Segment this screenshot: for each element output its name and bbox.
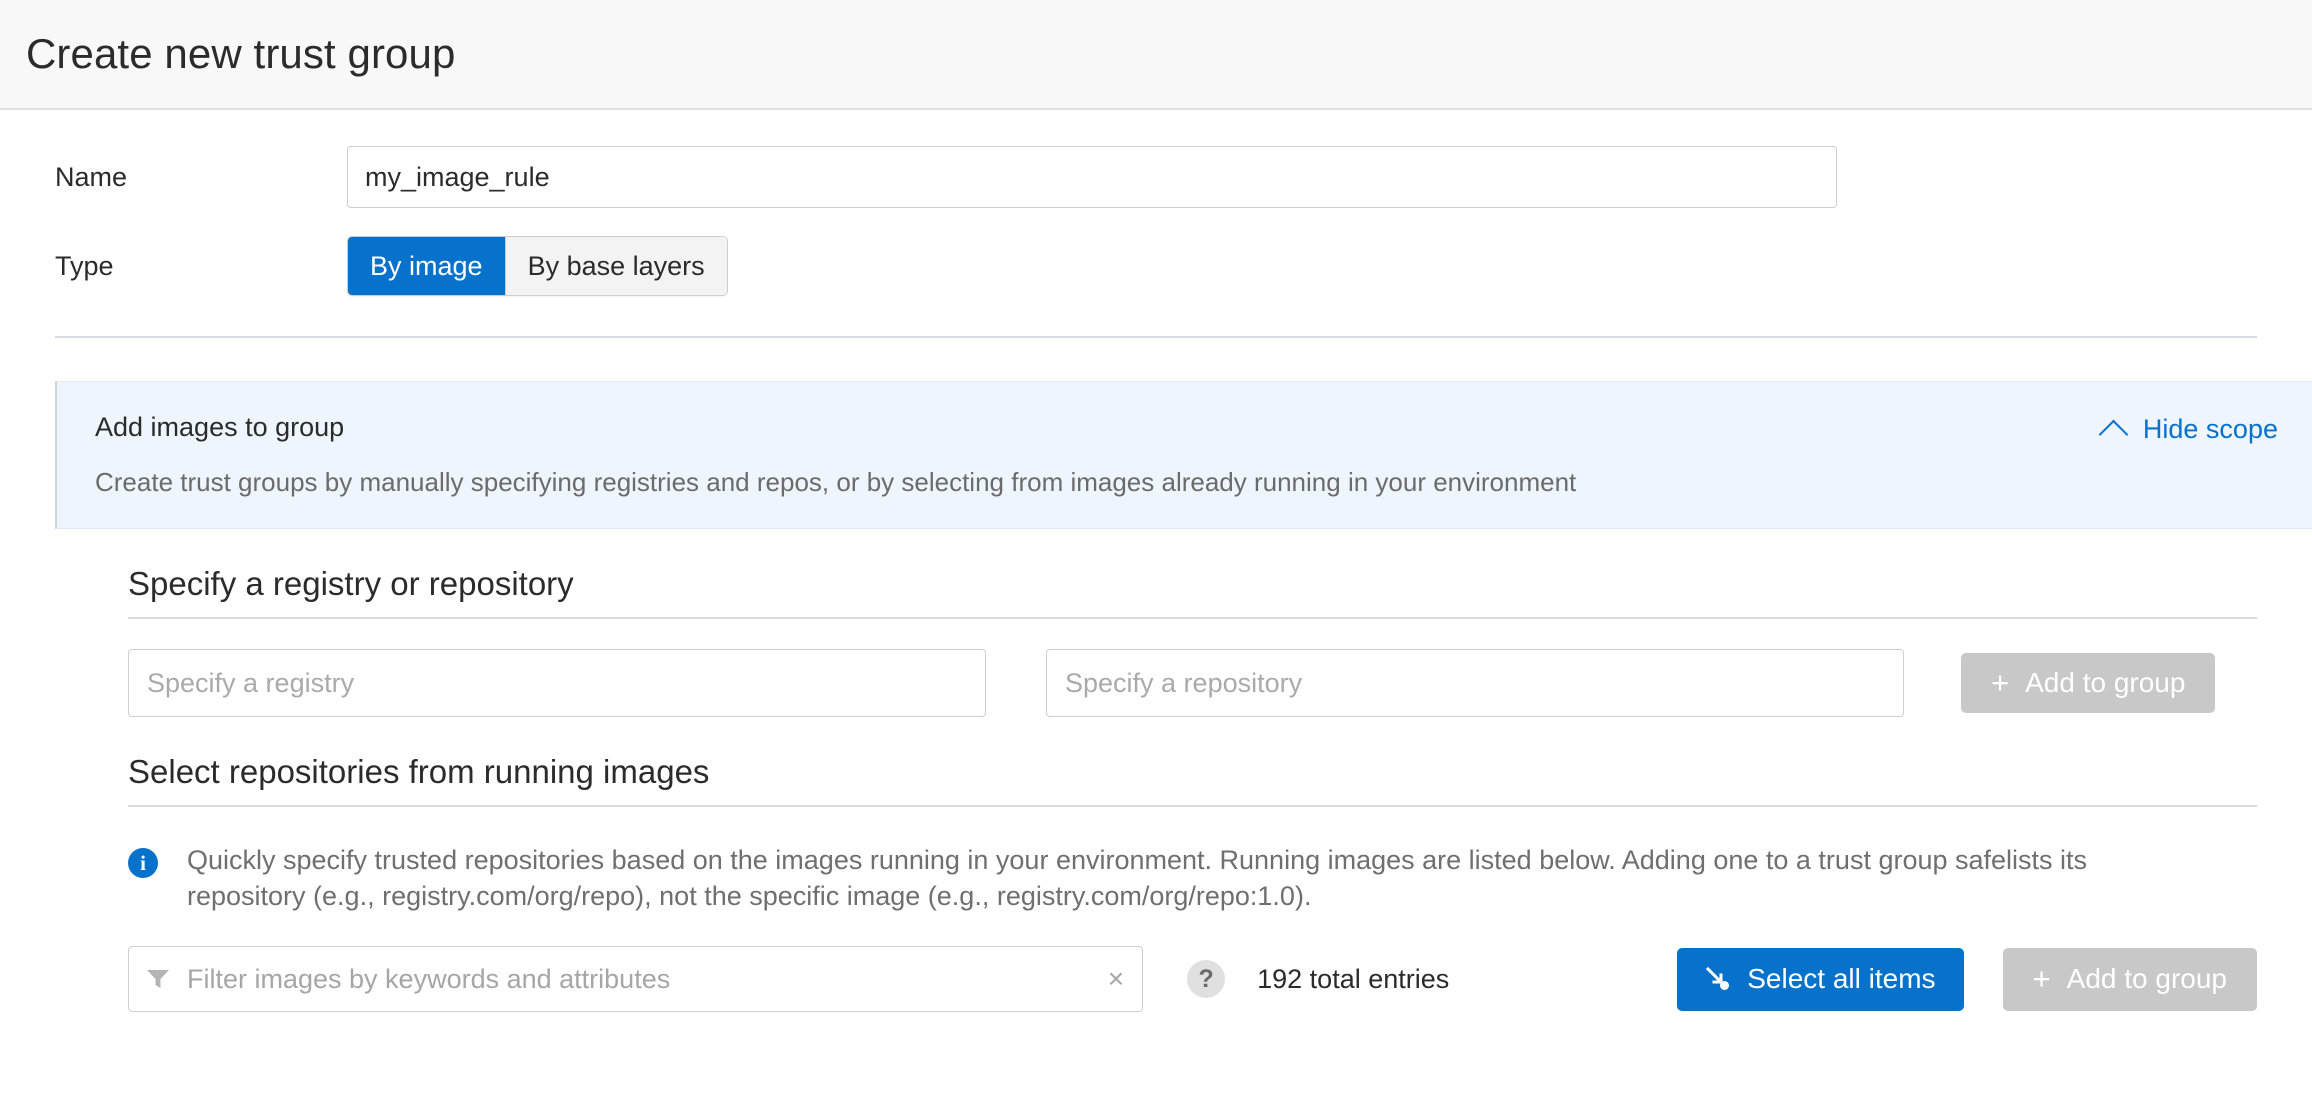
form-area: Name Type By image By base layers — [0, 146, 2312, 338]
type-option-by-base-layers[interactable]: By base layers — [505, 237, 727, 295]
add-to-group-button-registry[interactable]: + Add to group — [1961, 653, 2215, 713]
registry-section-title: Specify a registry or repository — [128, 565, 2257, 603]
running-images-info-note: i Quickly specify trusted repositories b… — [128, 843, 2257, 914]
running-images-section-title: Select repositories from running images — [128, 753, 2257, 791]
filter-input[interactable] — [185, 963, 1098, 996]
scope-banner-heading: Add images to group — [95, 412, 1576, 443]
type-label: Type — [55, 251, 347, 282]
page-header: Create new trust group — [0, 0, 2312, 110]
select-all-items-button[interactable]: Select all items — [1677, 948, 1963, 1011]
name-input[interactable] — [347, 146, 1837, 208]
repository-input[interactable] — [1046, 649, 1904, 717]
total-entries-label: 192 total entries — [1257, 964, 1449, 995]
funnel-icon — [147, 969, 169, 989]
form-divider — [55, 336, 2257, 338]
hide-scope-toggle[interactable]: Hide scope — [2103, 412, 2278, 445]
question-mark-icon[interactable]: ? — [1187, 960, 1225, 998]
info-icon: i — [128, 848, 158, 878]
select-cursor-icon — [1705, 966, 1731, 992]
registry-inputs-row: + Add to group — [128, 649, 2257, 717]
running-images-info-text: Quickly specify trusted repositories bas… — [187, 843, 2147, 914]
chevron-up-icon — [2099, 420, 2129, 450]
add-to-group-button-running-images[interactable]: + Add to group — [2003, 948, 2257, 1011]
filter-input-wrapper[interactable]: × — [128, 946, 1143, 1012]
filter-toolbar: × ? 192 total entries Select all items +… — [128, 946, 2257, 1012]
name-label: Name — [55, 162, 347, 193]
plus-icon: + — [1991, 667, 2009, 698]
select-all-items-label: Select all items — [1747, 963, 1935, 995]
running-images-section-rule — [128, 805, 2257, 807]
scope-body: Specify a registry or repository + Add t… — [0, 565, 2312, 1012]
type-option-by-image[interactable]: By image — [348, 237, 505, 295]
hide-scope-label: Hide scope — [2143, 414, 2278, 445]
add-to-group-label: Add to group — [2025, 667, 2185, 699]
registry-input[interactable] — [128, 649, 986, 717]
name-row: Name — [55, 146, 2257, 208]
scope-banner-description: Create trust groups by manually specifyi… — [95, 467, 1576, 498]
registry-section-rule — [128, 617, 2257, 619]
add-images-scope-banner: Add images to group Create trust groups … — [55, 381, 2312, 529]
scope-banner-text: Add images to group Create trust groups … — [95, 412, 1576, 498]
type-segmented-control: By image By base layers — [347, 236, 728, 296]
plus-icon: + — [2033, 963, 2051, 994]
type-row: Type By image By base layers — [55, 236, 2257, 296]
add-to-group-label: Add to group — [2067, 963, 2227, 995]
close-icon[interactable]: × — [1098, 963, 1124, 995]
page-title: Create new trust group — [26, 30, 455, 78]
